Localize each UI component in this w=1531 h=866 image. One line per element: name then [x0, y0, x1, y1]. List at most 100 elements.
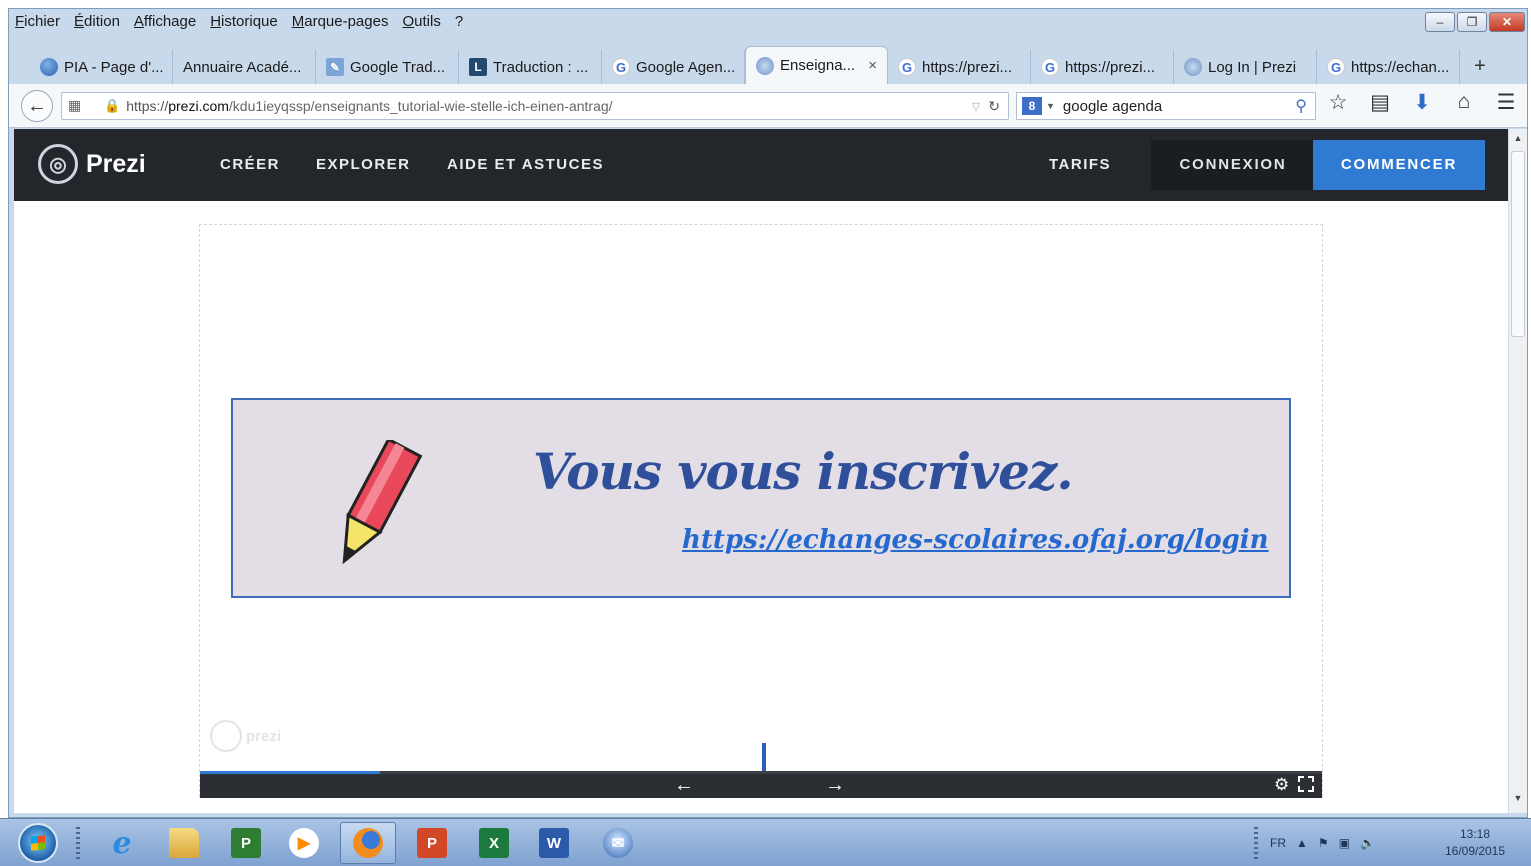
tab-annuaire[interactable]: Annuaire Acadé...	[173, 50, 316, 84]
menu-help[interactable]: ?	[448, 10, 470, 34]
taskbar-excel[interactable]: X	[466, 822, 522, 864]
reload-icon[interactable]: ↻	[988, 98, 1000, 115]
taskbar-explorer[interactable]	[156, 822, 212, 864]
gear-icon[interactable]: ⚙	[1274, 775, 1289, 795]
nav-explorer[interactable]: EXPLORER	[316, 156, 411, 173]
chevron-down-icon[interactable]: ▼	[1046, 101, 1055, 111]
scroll-down-icon[interactable]: ▼	[1509, 793, 1527, 809]
player-controls: ← → ⚙	[200, 771, 1322, 798]
search-icon[interactable]: ⚲	[1295, 96, 1307, 116]
media-player-icon: ▶	[289, 828, 319, 858]
fullscreen-icon[interactable]	[1298, 776, 1314, 792]
slide-title: Vous vous inscrivez.	[533, 442, 1074, 501]
history-dropdown-icon[interactable]: ▽	[972, 100, 980, 113]
previous-arrow-icon[interactable]: ←	[674, 774, 694, 797]
tab-google-trad[interactable]: ✎ Google Trad...	[316, 50, 459, 84]
menu-icon[interactable]: ☰	[1495, 90, 1517, 115]
window-controls: – ❐ ✕	[1425, 12, 1525, 32]
progress-marker	[762, 743, 766, 771]
prezi-icon	[1184, 58, 1202, 76]
tab-login-prezi[interactable]: Log In | Prezi	[1174, 50, 1317, 84]
slide-login-link[interactable]: https://echanges-scolaires.ofaj.org/logi…	[682, 525, 1269, 555]
tab-traduction[interactable]: L Traduction : ...	[459, 50, 602, 84]
project-icon: P	[231, 828, 261, 858]
tab-google-agenda[interactable]: G Google Agen...	[602, 50, 745, 84]
menu-outils[interactable]: Outils	[395, 10, 447, 34]
tab-echanges[interactable]: Ghttps://echan...	[1317, 50, 1460, 84]
menu-historique[interactable]: Historique	[203, 10, 285, 34]
tray-grip	[1254, 827, 1258, 859]
home-icon[interactable]: ⌂	[1453, 90, 1475, 115]
connexion-button[interactable]: CONNEXION	[1151, 140, 1315, 190]
menu-affichage[interactable]: Affichage	[127, 10, 203, 34]
tab-label: Google Agen...	[636, 58, 736, 76]
google-icon: G	[612, 58, 630, 76]
progress-track[interactable]	[200, 771, 1322, 774]
url-text[interactable]: https://prezi.com/kdu1ieyqssp/enseignant…	[126, 98, 972, 114]
tab-label: Annuaire Acadé...	[183, 58, 302, 76]
network-icon[interactable]: ▣	[1339, 836, 1350, 850]
thunderbird-icon: ✉	[603, 828, 633, 858]
tray-expand-icon[interactable]: ▲	[1296, 836, 1308, 850]
taskbar-word[interactable]: W	[526, 822, 582, 864]
vertical-scrollbar[interactable]: ▲ ▼	[1508, 129, 1527, 813]
scroll-up-icon[interactable]: ▲	[1509, 133, 1527, 149]
taskbar-powerpoint[interactable]: P	[404, 822, 460, 864]
prezi-logo[interactable]: ◎ Prezi	[38, 144, 146, 184]
tab-pia[interactable]: PIA - Page d'...	[30, 50, 173, 84]
next-arrow-icon[interactable]: →	[825, 774, 845, 797]
nav-aide-astuces[interactable]: AIDE ET ASTUCES	[447, 156, 604, 173]
prezi-embed[interactable]: Vous vous inscrivez. https://echanges-sc…	[199, 224, 1323, 798]
menu-marque-pages[interactable]: Marque-pages	[285, 10, 396, 34]
folder-icon	[169, 828, 199, 858]
back-button[interactable]: ←	[21, 90, 53, 122]
tab-label: Traduction : ...	[493, 58, 589, 76]
prezi-watermark: prezi	[210, 720, 281, 752]
tab-prezi-2[interactable]: Ghttps://prezi...	[1031, 50, 1174, 84]
scroll-thumb[interactable]	[1511, 151, 1525, 337]
taskbar-thunderbird[interactable]: ✉	[590, 822, 646, 864]
taskbar-ie[interactable]: e	[94, 822, 150, 864]
tab-close-icon[interactable]: ×	[868, 57, 877, 74]
progress-fill	[200, 771, 380, 774]
close-window-button[interactable]: ✕	[1489, 12, 1525, 32]
excel-icon: X	[479, 828, 509, 858]
search-engine-icon[interactable]: 8	[1022, 97, 1042, 115]
start-button[interactable]	[18, 823, 58, 863]
l-icon: L	[469, 58, 487, 76]
watermark-text: prezi	[246, 727, 282, 745]
volume-icon[interactable]: 🔈	[1360, 836, 1375, 850]
address-bar[interactable]: ▦ 🔒 https://prezi.com/kdu1ieyqssp/enseig…	[61, 92, 1009, 120]
download-icon[interactable]: ⬇	[1411, 90, 1433, 115]
taskbar-project[interactable]: P	[218, 822, 274, 864]
reading-list-icon[interactable]: ▤	[1369, 90, 1391, 115]
internet-explorer-icon: e	[112, 825, 132, 861]
search-input[interactable]	[1062, 97, 1296, 115]
toolbar-icons: ☆ ▤ ⬇ ⌂ ☰	[1327, 90, 1517, 115]
search-bar: 8 ▼ ⚲	[1016, 92, 1316, 120]
restore-button[interactable]: ❐	[1457, 12, 1487, 32]
menu-fichier[interactable]: Fichier	[8, 10, 67, 34]
minimize-button[interactable]: –	[1425, 12, 1455, 32]
tab-enseignants[interactable]: Enseigna... ×	[745, 46, 888, 84]
site-identity-icon[interactable]: ▦	[68, 97, 81, 114]
url-prefix: https://	[126, 98, 169, 114]
flag-icon[interactable]: ⚑	[1318, 836, 1329, 850]
taskbar-media-player[interactable]: ▶	[276, 822, 332, 864]
system-clock[interactable]: 13:18 16/09/2015	[1430, 826, 1520, 860]
menu-edition[interactable]: Édition	[67, 10, 127, 34]
slide-frame: Vous vous inscrivez. https://echanges-sc…	[231, 398, 1291, 598]
bookmark-star-icon[interactable]: ☆	[1327, 90, 1349, 115]
prezi-header: ◎ Prezi CRÉER EXPLORER AIDE ET ASTUCES T…	[14, 129, 1508, 201]
nav-tarifs[interactable]: TARIFS	[1049, 156, 1111, 173]
commencer-button[interactable]: COMMENCER	[1313, 140, 1485, 190]
language-indicator[interactable]: FR	[1270, 836, 1286, 850]
nav-creer[interactable]: CRÉER	[220, 156, 280, 173]
pencil-icon	[342, 440, 423, 565]
tab-prezi-1[interactable]: Ghttps://prezi...	[888, 50, 1031, 84]
new-tab-button[interactable]: +	[1460, 55, 1500, 84]
prezi-logo-icon: ◎	[38, 144, 78, 184]
url-domain: prezi.com	[168, 98, 229, 114]
taskbar-firefox[interactable]	[340, 822, 396, 864]
globe-icon	[40, 58, 58, 76]
